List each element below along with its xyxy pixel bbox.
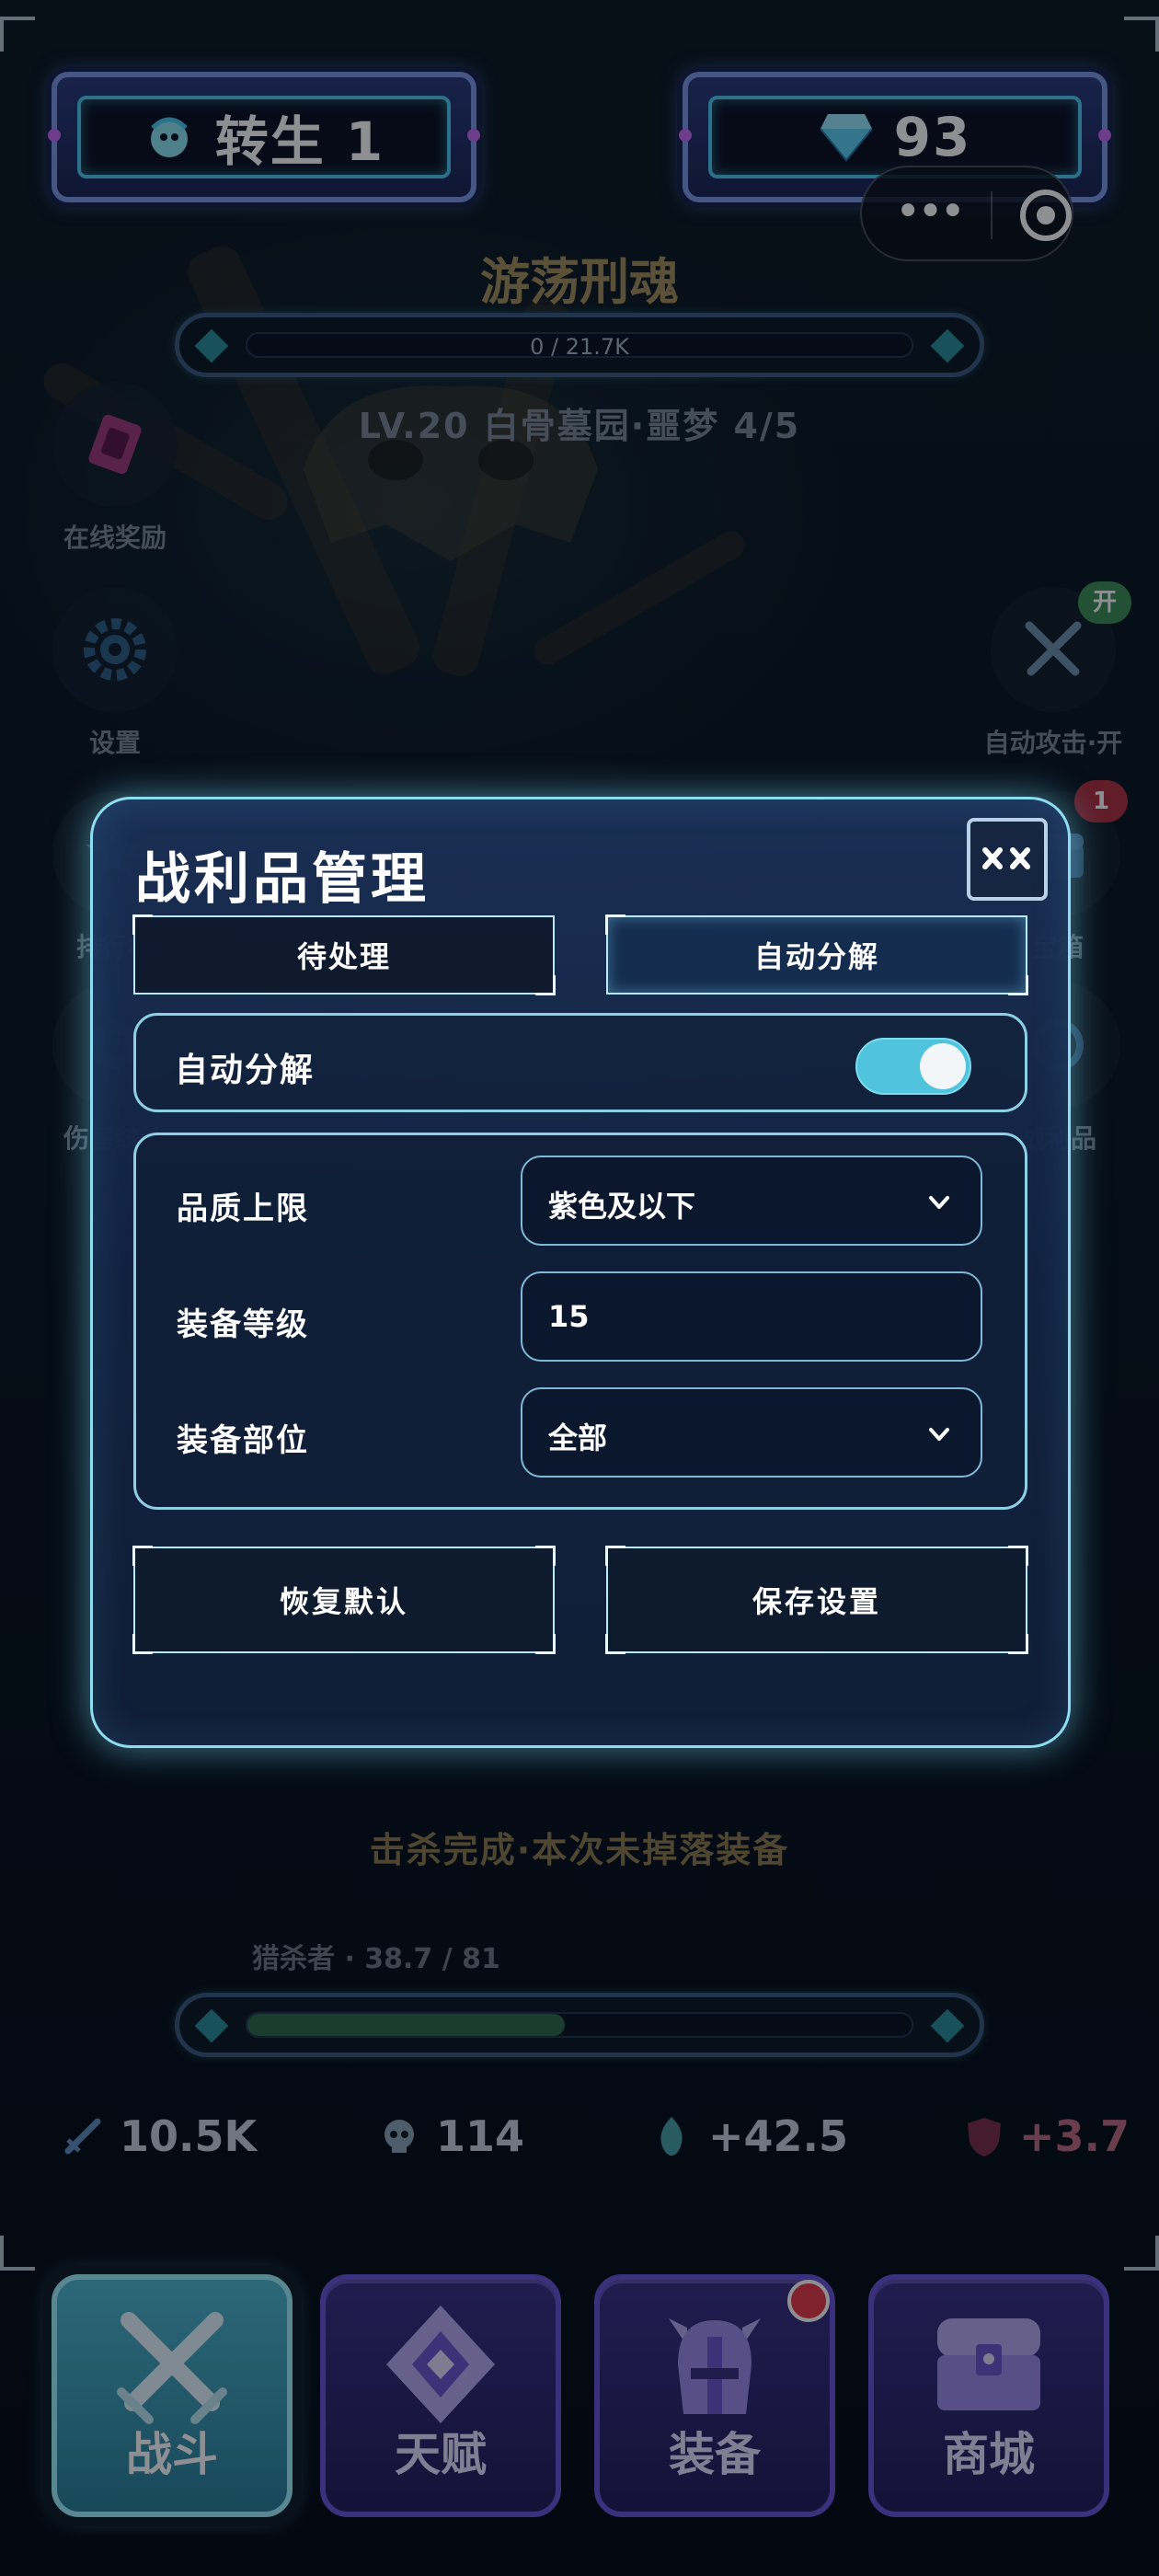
- equipment-slot-select[interactable]: 全部: [521, 1387, 982, 1478]
- save-settings-label: 保存设置: [752, 1584, 881, 1619]
- quality-limit-select[interactable]: 紫色及以下: [521, 1156, 982, 1246]
- auto-salvage-toggle-row: 自动分解: [133, 1013, 1027, 1112]
- tab-auto-salvage-label: 自动分解: [753, 939, 879, 974]
- close-icon: [982, 847, 1030, 869]
- auto-salvage-switch[interactable]: [855, 1038, 971, 1095]
- equipment-slot-value: 全部: [548, 1420, 608, 1455]
- close-button[interactable]: [967, 818, 1048, 901]
- quality-limit-label: 品质上限: [177, 1190, 309, 1227]
- tab-pending[interactable]: 待处理: [132, 914, 556, 995]
- save-settings-button[interactable]: 保存设置: [605, 1546, 1028, 1654]
- equipment-slot-label: 装备部位: [177, 1422, 309, 1459]
- salvage-filter-form: 品质上限 紫色及以下 装备等级 15 装备部位 全部: [133, 1133, 1027, 1510]
- loot-management-dialog: 战利品管理 待处理 自动分解 自动分解 品质上限 紫色及以下 装备等级 15 装…: [90, 797, 1071, 1748]
- equipment-level-input[interactable]: 15: [521, 1271, 982, 1362]
- quality-limit-value: 紫色及以下: [548, 1189, 696, 1224]
- auto-salvage-toggle-label: 自动分解: [175, 1052, 316, 1089]
- equipment-level-value: 15: [548, 1299, 590, 1334]
- reset-default-label: 恢复默认: [279, 1584, 408, 1619]
- tab-auto-salvage[interactable]: 自动分解: [605, 914, 1028, 995]
- switch-knob: [920, 1043, 966, 1089]
- chevron-down-icon: [929, 1196, 949, 1209]
- equipment-level-label: 装备等级: [177, 1306, 309, 1343]
- reset-default-button[interactable]: 恢复默认: [132, 1546, 556, 1654]
- dialog-title: 战利品管理: [135, 847, 430, 912]
- chevron-down-icon: [929, 1428, 949, 1441]
- tab-pending-label: 待处理: [296, 939, 391, 974]
